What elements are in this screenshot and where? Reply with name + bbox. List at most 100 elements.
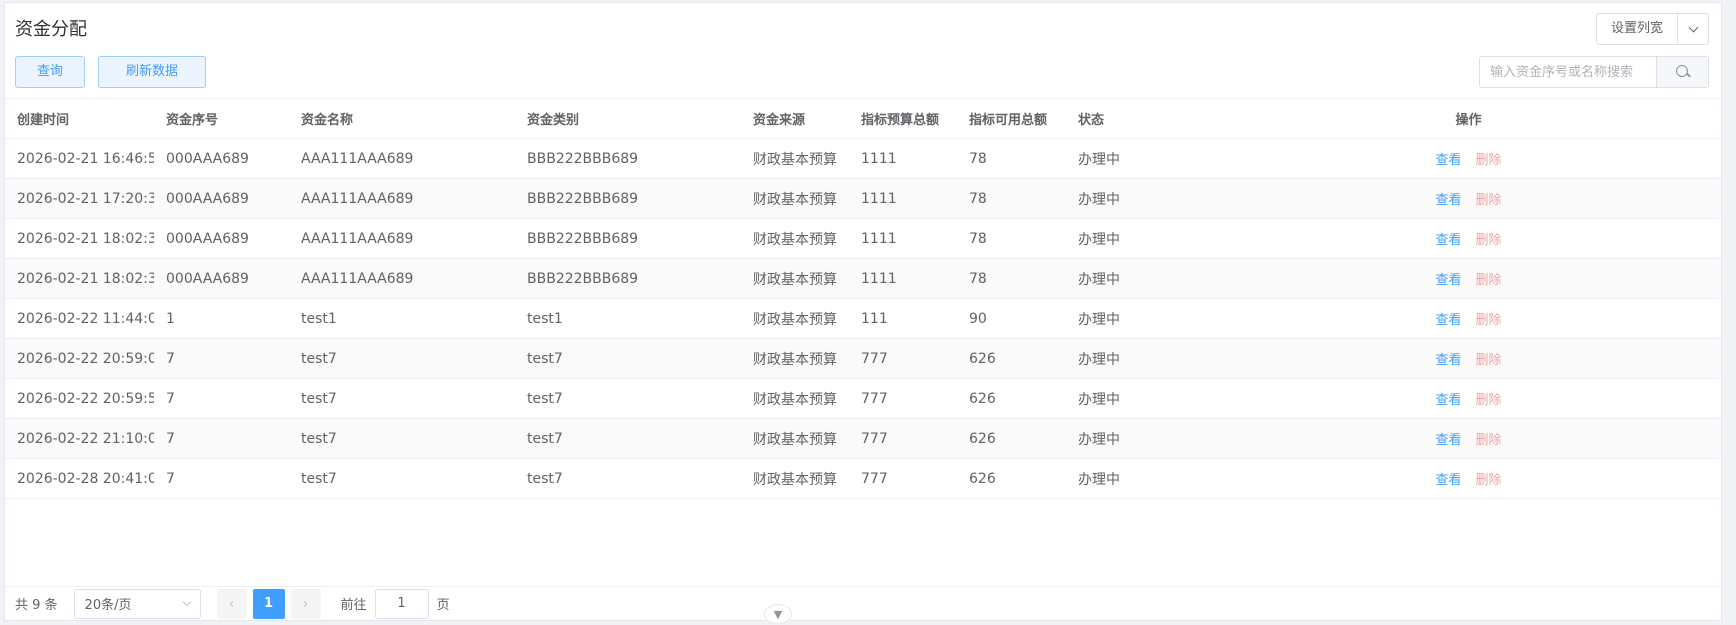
delete-link[interactable]: 删除 (1476, 353, 1502, 368)
cell-created: 2026-02-21 18:02:30 (5, 218, 154, 259)
cell-available-total: 626 (957, 338, 1066, 379)
table-row: 2026-02-22 11:44:06 1 test1 test1 财政基本预算 111 9… (5, 298, 1721, 339)
search-box (1479, 56, 1709, 88)
cell-budget-total: 1111 (849, 138, 957, 179)
table-row: 2026-02-21 17:20:39 000AAA689 AAA111AAA689… (5, 178, 1721, 219)
column-header-actions: 操作 (1216, 98, 1721, 139)
cell-source: 财政基本预算 (741, 178, 849, 219)
search-input[interactable] (1480, 57, 1656, 87)
goto-page-input[interactable] (374, 588, 429, 619)
page-unit-label: 页 (436, 598, 450, 613)
main-panel: 资金分配 设置列宽 查询 刷新数据 创建时间 资金序号 资金名称 资金类别 资金… (4, 2, 1722, 621)
next-page-button[interactable]: › (290, 588, 321, 619)
page-size-select[interactable]: 20条/页 (73, 588, 201, 619)
table-row: 2026-02-22 20:59:51 7 test7 test7 财政基本预算 777 6… (5, 378, 1721, 419)
column-width-toggle[interactable] (1678, 14, 1708, 44)
cell-category: test7 (515, 458, 741, 499)
cell-actions: 查看 删除 (1216, 298, 1721, 339)
table-row: 2026-02-22 21:10:07 7 test7 test7 财政基本预算 777 6… (5, 418, 1721, 459)
cell-status: 办理中 (1066, 298, 1216, 339)
cell-actions: 查看 删除 (1216, 378, 1721, 419)
cell-source: 财政基本预算 (741, 338, 849, 379)
cell-seq: 000AAA689 (154, 218, 289, 259)
column-header-budget-total[interactable]: 指标预算总额 (849, 98, 957, 139)
set-column-width-button[interactable]: 设置列宽 (1597, 14, 1678, 44)
cell-source: 财政基本预算 (741, 418, 849, 459)
cell-name: test7 (289, 458, 515, 499)
column-header-seq[interactable]: 资金序号 (154, 98, 289, 139)
view-link[interactable]: 查看 (1435, 353, 1461, 368)
cell-actions: 查看 删除 (1216, 258, 1721, 299)
delete-link[interactable]: 删除 (1476, 233, 1502, 248)
column-header-source[interactable]: 资金来源 (741, 98, 849, 139)
cell-source: 财政基本预算 (741, 458, 849, 499)
cell-name: AAA111AAA689 (289, 218, 515, 259)
cell-status: 办理中 (1066, 138, 1216, 179)
column-header-created[interactable]: 创建时间 (5, 98, 154, 139)
cell-budget-total: 777 (849, 378, 957, 419)
view-link[interactable]: 查看 (1435, 153, 1461, 168)
cell-name: test7 (289, 418, 515, 459)
view-link[interactable]: 查看 (1435, 433, 1461, 448)
cell-available-total: 78 (957, 218, 1066, 259)
cell-name: test7 (289, 338, 515, 379)
view-link[interactable]: 查看 (1435, 473, 1461, 488)
search-icon (1675, 65, 1690, 79)
query-button[interactable]: 查询 (15, 56, 85, 88)
column-header-category[interactable]: 资金类别 (515, 98, 741, 139)
delete-link[interactable]: 删除 (1476, 273, 1502, 288)
prev-page-button[interactable]: ‹ (216, 588, 247, 619)
collapse-toggle[interactable]: ▼ (764, 604, 792, 624)
cell-name: AAA111AAA689 (289, 178, 515, 219)
table-row: 2026-02-21 18:02:30 000AAA689 AAA111AAA689… (5, 218, 1721, 259)
table-row: 2026-02-28 20:41:08 7 test7 test7 财政基本预算 777 6… (5, 458, 1721, 499)
delete-link[interactable]: 删除 (1476, 393, 1502, 408)
cell-budget-total: 1111 (849, 218, 957, 259)
collapse-down-icon: ▼ (773, 607, 783, 621)
search-button[interactable] (1656, 57, 1708, 87)
column-header-available-total[interactable]: 指标可用总额 (957, 98, 1066, 139)
page-size-value: 20条/页 (84, 598, 132, 613)
view-link[interactable]: 查看 (1435, 393, 1461, 408)
total-count: 共 9 条 (15, 598, 58, 613)
column-header-status[interactable]: 状态 (1066, 98, 1216, 139)
cell-budget-total: 777 (849, 418, 957, 459)
cell-available-total: 626 (957, 458, 1066, 499)
chevron-down-icon (1688, 22, 1698, 32)
cell-created: 2026-02-21 18:02:30 (5, 258, 154, 299)
cell-status: 办理中 (1066, 458, 1216, 499)
cell-source: 财政基本预算 (741, 378, 849, 419)
column-width-dropdown[interactable]: 设置列宽 (1595, 13, 1709, 45)
delete-link[interactable]: 删除 (1476, 193, 1502, 208)
cell-available-total: 78 (957, 138, 1066, 179)
view-link[interactable]: 查看 (1435, 193, 1461, 208)
cell-source: 财政基本预算 (741, 138, 849, 179)
cell-budget-total: 777 (849, 338, 957, 379)
cell-created: 2026-02-21 16:46:53 (5, 138, 154, 179)
delete-link[interactable]: 删除 (1476, 473, 1502, 488)
cell-category: BBB222BBB689 (515, 218, 741, 259)
table-row: 2026-02-21 18:02:30 000AAA689 AAA111AAA689… (5, 258, 1721, 299)
page-number-current[interactable]: 1 (252, 588, 285, 619)
cell-seq: 7 (154, 458, 289, 499)
cell-actions: 查看 删除 (1216, 338, 1721, 379)
view-link[interactable]: 查看 (1435, 233, 1461, 248)
chevron-left-icon: ‹ (228, 595, 235, 612)
page-title: 资金分配 (15, 19, 87, 40)
table-row: 2026-02-22 20:59:05 7 test7 test7 财政基本预算 777 6… (5, 338, 1721, 379)
pagination: 共 9 条 20条/页 ‹ 1 › 前往 页 (5, 586, 1721, 620)
refresh-data-button[interactable]: 刷新数据 (98, 56, 206, 88)
delete-link[interactable]: 删除 (1476, 153, 1502, 168)
view-link[interactable]: 查看 (1435, 273, 1461, 288)
cell-status: 办理中 (1066, 418, 1216, 459)
delete-link[interactable]: 删除 (1476, 313, 1502, 328)
column-header-name[interactable]: 资金名称 (289, 98, 515, 139)
cell-name: test1 (289, 298, 515, 339)
goto-label: 前往 (340, 598, 367, 613)
cell-status: 办理中 (1066, 258, 1216, 299)
delete-link[interactable]: 删除 (1476, 433, 1502, 448)
cell-name: AAA111AAA689 (289, 138, 515, 179)
cell-status: 办理中 (1066, 218, 1216, 259)
view-link[interactable]: 查看 (1435, 313, 1461, 328)
cell-budget-total: 1111 (849, 178, 957, 219)
